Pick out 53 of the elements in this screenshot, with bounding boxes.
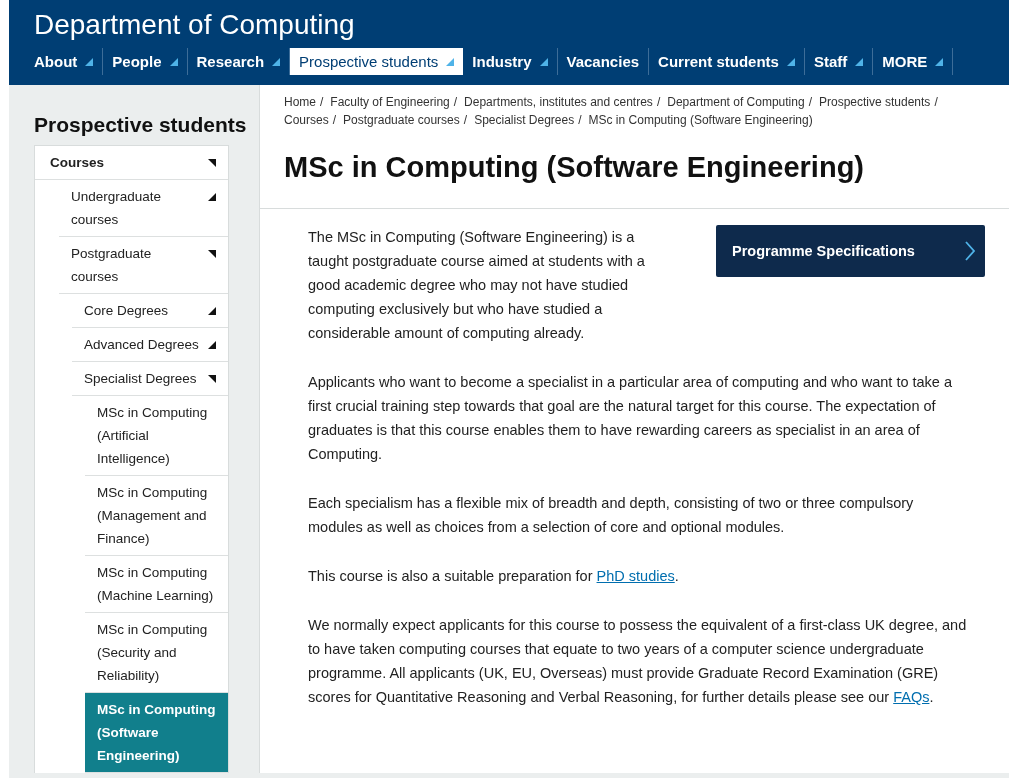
breadcrumb-link[interactable]: MSc in Computing (Software Engineering) [588,113,813,127]
collapsed-icon [208,192,216,201]
page-title: MSc in Computing (Software Engineering) [284,151,865,184]
nav-item[interactable]: MORE [873,48,954,75]
sidebar-item[interactable]: Courses [35,146,228,180]
breadcrumb-link[interactable]: Home [284,95,316,109]
breadcrumb-separator: / [656,95,661,109]
breadcrumb-separator: / [578,113,582,127]
breadcrumb-separator: / [463,113,468,127]
sidebar-item[interactable]: Postgraduate courses [59,237,228,294]
breadcrumb-link[interactable]: Courses [284,113,329,127]
text-link[interactable]: FAQs [893,689,930,705]
breadcrumb-link[interactable]: Specialist Degrees [474,113,575,127]
breadcrumb-separator: / [453,95,458,109]
sidebar-item[interactable]: Specialist Degrees [72,362,228,396]
nav-item[interactable]: Staff [804,48,874,75]
paragraph: Each specialism has a flexible mix of breadth and depth, consisting of two or three compulsory modules as well as choices from a selection of core and optional modules. [308,494,915,537]
nav-item[interactable]: Industry [463,48,558,75]
nav-item[interactable]: Vacancies [557,48,650,75]
paragraph: Applicants who want to become a specialist in a particular area of computing and who want to take a first crucial training step towards that goal are the natural target for this course. The expectation of graduates is that this course enables them to have rewarding careers as specialist in an area of Computing. [308,373,953,464]
sidebar-item[interactable]: MSc in Computing (Machine Learning) [85,556,228,613]
breadcrumb-link[interactable]: Prospective students [818,95,931,109]
programme-specifications-button[interactable]: Programme Specifications [716,225,985,277]
nav-item[interactable]: About [34,48,104,75]
sidebar-item[interactable]: Core Degrees [72,294,228,328]
sidebar-item[interactable]: Advanced Degrees [72,328,228,362]
collapsed-icon [208,306,216,315]
paragraph: We normally expect applicants for this course to possess the equivalent of a first-class UK degree, and to have taken computing courses that equate to two years of a computer science undergraduate programme. All applicants (UK, EU, Overseas) must provide Graduate Record Examination (GRE) scores for Quantitative Reasoning and Verbal Reasoning, for further details please see our FAQs. [308,616,968,707]
sidebar-item[interactable]: MSc in Computing (Artificial Intelligence) [85,396,228,476]
breadcrumb-link[interactable]: Department of Computing [667,95,805,109]
sidebar-item[interactable]: MSc in Computing (Management and Finance) [85,476,228,556]
paragraph: The MSc in Computing (Software Engineering) is a taught postgraduate course aimed at students with a good academic degree who may not have studied computing exclusively but who have studied a considerable amount of computing already. [308,228,646,343]
breadcrumb-separator: / [320,95,324,109]
expanded-icon [208,374,216,383]
sidebar-item[interactable]: MSc in Computing (Software Engineering) [85,693,228,773]
expanded-icon [208,249,216,258]
collapsed-icon [208,340,216,349]
sidebar-title: Prospective students [34,113,248,137]
sidebar-item[interactable]: Undergraduate courses [59,180,228,237]
breadcrumb-separator: / [934,95,938,109]
breadcrumb-link[interactable]: Postgraduate courses [343,113,460,127]
text-link[interactable]: PhD studies [596,568,675,584]
chevron-right-icon [965,241,975,261]
nav-item[interactable]: People [103,48,188,75]
nav-item[interactable]: Current students [649,48,805,75]
expanded-icon [208,158,216,167]
breadcrumb-separator: / [332,113,337,127]
nav-item[interactable]: Prospective students [290,48,464,75]
breadcrumb-link[interactable]: Faculty of Engineering [330,95,450,109]
breadcrumb-separator: / [808,95,812,109]
breadcrumb-link[interactable]: Departments, institutes and centres [464,95,653,109]
paragraph: This course is also a suitable preparation for PhD studies. [308,567,680,586]
site-title: Department of Computing [34,8,356,42]
